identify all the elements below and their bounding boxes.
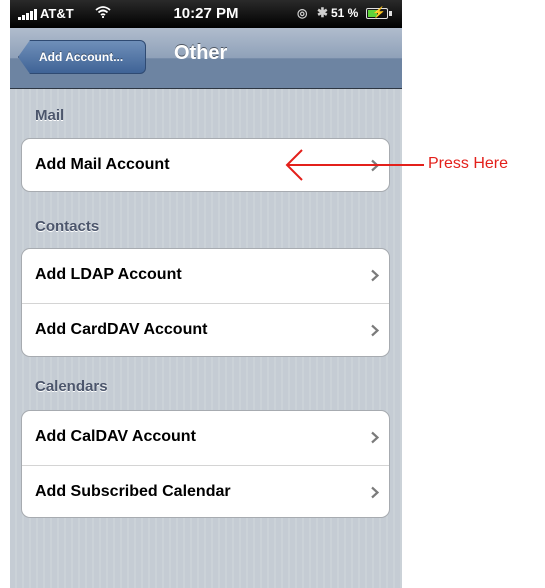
chevron-right-icon [371,269,380,282]
chevron-right-icon [371,324,380,337]
status-bar: AT&T 10:27 PM ◎ ✱ 51 % ⚡ [10,0,402,28]
row-label: Add CardDAV Account [35,321,208,338]
rotation-lock-icon: ◎ [297,6,308,20]
add-subscribed-calendar-row[interactable]: Add Subscribed Calendar [22,465,389,517]
chevron-right-icon [371,159,380,172]
section-header-contacts: Contacts [35,218,100,235]
mail-group: Add Mail Account [21,138,390,192]
back-button[interactable]: Add Account... [18,40,146,74]
battery-percentage: 51 % [331,6,359,20]
iphone-screen: AT&T 10:27 PM ◎ ✱ 51 % ⚡ Add Account... … [10,0,402,588]
charging-bolt-icon: ⚡ [372,7,386,19]
bluetooth-icon: ✱ [317,5,328,20]
battery-icon: ⚡ [366,7,388,19]
calendars-group: Add CalDAV Account Add Subscribed Calend… [21,410,390,518]
row-label: Add LDAP Account [35,266,182,283]
contacts-group: Add LDAP Account Add CardDAV Account [21,248,390,357]
section-header-mail: Mail [35,107,65,124]
add-caldav-account-row[interactable]: Add CalDAV Account [22,411,389,465]
chevron-right-icon [371,486,380,499]
section-header-calendars: Calendars [35,378,108,395]
row-label: Add CalDAV Account [35,428,196,445]
battery-tip [389,11,392,16]
row-label: Add Subscribed Calendar [35,483,231,500]
row-label: Add Mail Account [35,156,170,173]
press-here-annotation: Press Here [428,155,509,172]
add-ldap-account-row[interactable]: Add LDAP Account [22,249,389,303]
navigation-bar: Add Account... Other [10,28,402,89]
page-title: Other [174,42,228,64]
chevron-right-icon [371,431,380,444]
add-carddav-account-row[interactable]: Add CardDAV Account [22,303,389,356]
add-mail-account-row[interactable]: Add Mail Account [22,139,389,191]
